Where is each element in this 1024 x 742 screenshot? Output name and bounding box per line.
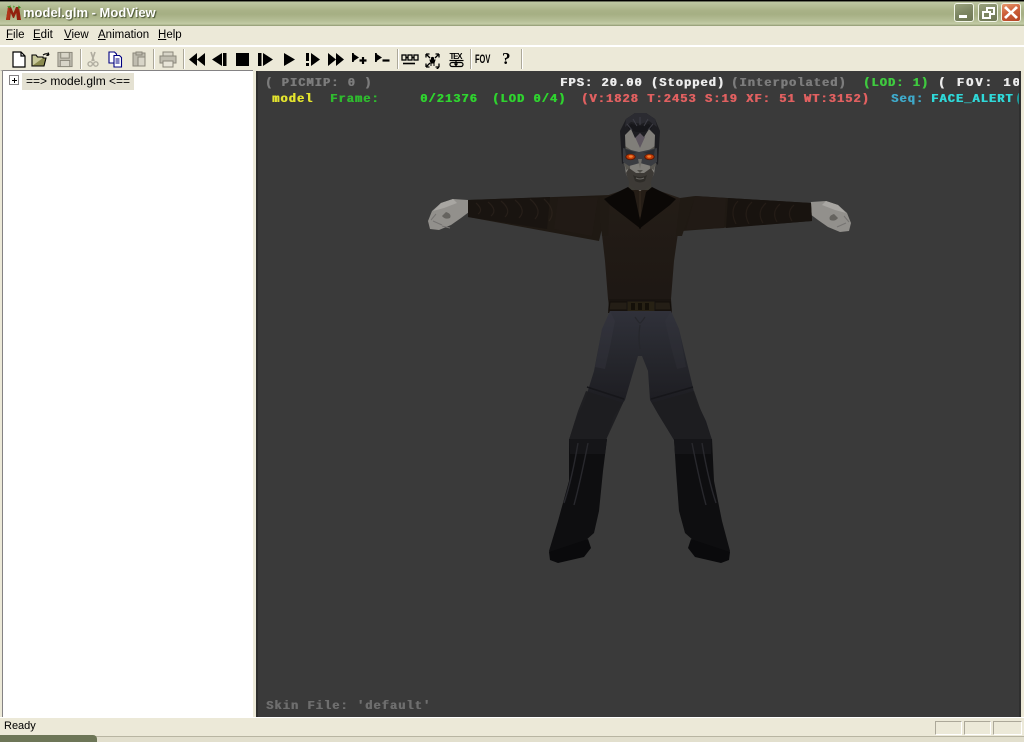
svg-text:TEX: TEX: [450, 52, 464, 61]
